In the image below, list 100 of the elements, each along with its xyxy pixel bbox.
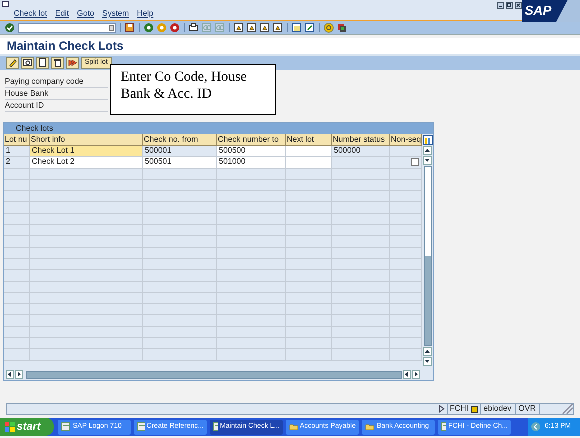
close-icon[interactable]: [515, 2, 522, 9]
table-cell: [217, 225, 286, 236]
table-cell: [217, 349, 286, 361]
new-session-icon[interactable]: [292, 22, 302, 32]
chevron-icon[interactable]: [531, 422, 541, 432]
table-cell: [217, 248, 286, 259]
shortcut-icon[interactable]: [305, 22, 315, 32]
table-cell: [390, 282, 422, 293]
table-cell: [286, 214, 332, 226]
column-header[interactable]: Check no. from: [143, 134, 217, 146]
scroll-up-icon[interactable]: [423, 146, 432, 155]
table-cell[interactable]: [286, 146, 332, 158]
table-cell[interactable]: Check Lot 2: [30, 157, 143, 169]
table-cell: [332, 326, 390, 338]
cancel-icon[interactable]: [170, 22, 180, 32]
folder-icon: [365, 422, 375, 432]
table-cell: [390, 292, 422, 304]
table-cell: [286, 315, 332, 327]
scroll-down-icon[interactable]: [423, 357, 432, 366]
table-cell: [332, 270, 390, 282]
restore-icon[interactable]: [506, 2, 513, 9]
check-icon[interactable]: [5, 22, 15, 32]
table-cell: [217, 270, 286, 282]
column-header[interactable]: Number status: [332, 134, 390, 146]
table-cell[interactable]: 501000: [217, 157, 286, 169]
pencil-button[interactable]: [6, 57, 19, 69]
table-cell: [332, 258, 390, 270]
table-cell: [390, 180, 422, 192]
table-cell: [332, 214, 390, 226]
table-cell: [286, 191, 332, 202]
field-label: House Bank: [5, 88, 108, 100]
table-cell: [390, 326, 422, 338]
table-cell: [217, 338, 286, 350]
menu-item[interactable]: Check lot: [14, 8, 48, 20]
save-icon[interactable]: [125, 22, 135, 32]
last-page-icon[interactable]: [273, 22, 283, 32]
vertical-scrollbar[interactable]: [424, 166, 432, 346]
menu-item[interactable]: Goto: [77, 8, 94, 20]
table-cell: [217, 168, 286, 180]
table-cell: [390, 349, 422, 361]
menu-item[interactable]: Help: [137, 8, 154, 20]
column-header[interactable]: Short info: [30, 134, 143, 146]
scroll-right-icon[interactable]: [412, 370, 420, 379]
menu-item[interactable]: Edit: [55, 8, 70, 20]
column-header[interactable]: Non-seq: [390, 134, 422, 146]
system-menu-icon[interactable]: [2, 0, 10, 8]
new-document-button[interactable]: [36, 57, 49, 69]
table-cell: [390, 304, 422, 316]
layout-icon[interactable]: [337, 22, 347, 32]
scroll-down-icon[interactable]: [423, 156, 432, 165]
pencil-icon: [8, 58, 18, 68]
display-icon: [22, 58, 32, 68]
column-header[interactable]: Check number to: [217, 134, 286, 146]
table-cell: [390, 315, 422, 327]
insert-mode: OVR: [514, 403, 539, 415]
scroll-up-icon[interactable]: [423, 347, 432, 356]
table-cell: [332, 168, 390, 180]
display-button[interactable]: [21, 57, 34, 69]
delete-button[interactable]: [51, 57, 64, 69]
table-cell[interactable]: Check Lot 1: [30, 146, 143, 158]
first-page-icon[interactable]: [234, 22, 244, 32]
table-cell[interactable]: [286, 157, 332, 169]
table-cell: [390, 225, 422, 236]
table-cell: [217, 214, 286, 226]
table-cell: 2: [4, 157, 30, 169]
table-cell: [286, 202, 332, 214]
table-cell: [390, 248, 422, 259]
scroll-left-icon[interactable]: [6, 370, 14, 379]
table-cell[interactable]: 500500: [217, 146, 286, 158]
window-icon: [61, 422, 71, 432]
next-page-icon[interactable]: [260, 22, 270, 32]
column-settings-icon[interactable]: [422, 135, 432, 145]
scroll-right-icon[interactable]: [15, 370, 23, 379]
column-header[interactable]: Lot nu: [4, 134, 30, 146]
table-cell: [217, 180, 286, 192]
command-field[interactable]: [18, 22, 116, 32]
forward-icon: [68, 58, 78, 68]
previous-page-icon[interactable]: [247, 22, 257, 32]
horizontal-scrollbar[interactable]: [26, 370, 402, 378]
checkbox[interactable]: [411, 158, 419, 166]
print-icon[interactable]: [189, 22, 199, 32]
back-icon[interactable]: [144, 22, 154, 32]
expand-arrow-icon[interactable]: [438, 405, 445, 413]
column-header[interactable]: Next lot: [286, 134, 332, 146]
scroll-left-icon[interactable]: [403, 370, 411, 379]
start-button[interactable]: start: [0, 418, 54, 436]
table-cell: [286, 304, 332, 316]
window-icon: [441, 422, 446, 432]
forward-button[interactable]: [66, 57, 79, 69]
table-cell: [390, 338, 422, 350]
table-cell: [332, 225, 390, 236]
table-cell: [217, 304, 286, 316]
table-cell: [332, 349, 390, 361]
resize-grip-icon[interactable]: [561, 404, 573, 414]
dropdown-icon[interactable]: [109, 24, 114, 30]
table-cell[interactable]: 500501: [143, 157, 217, 169]
help-icon[interactable]: [324, 22, 334, 32]
minimize-icon[interactable]: [497, 2, 504, 9]
menu-item[interactable]: System: [102, 8, 130, 20]
table-cell: [286, 270, 332, 282]
